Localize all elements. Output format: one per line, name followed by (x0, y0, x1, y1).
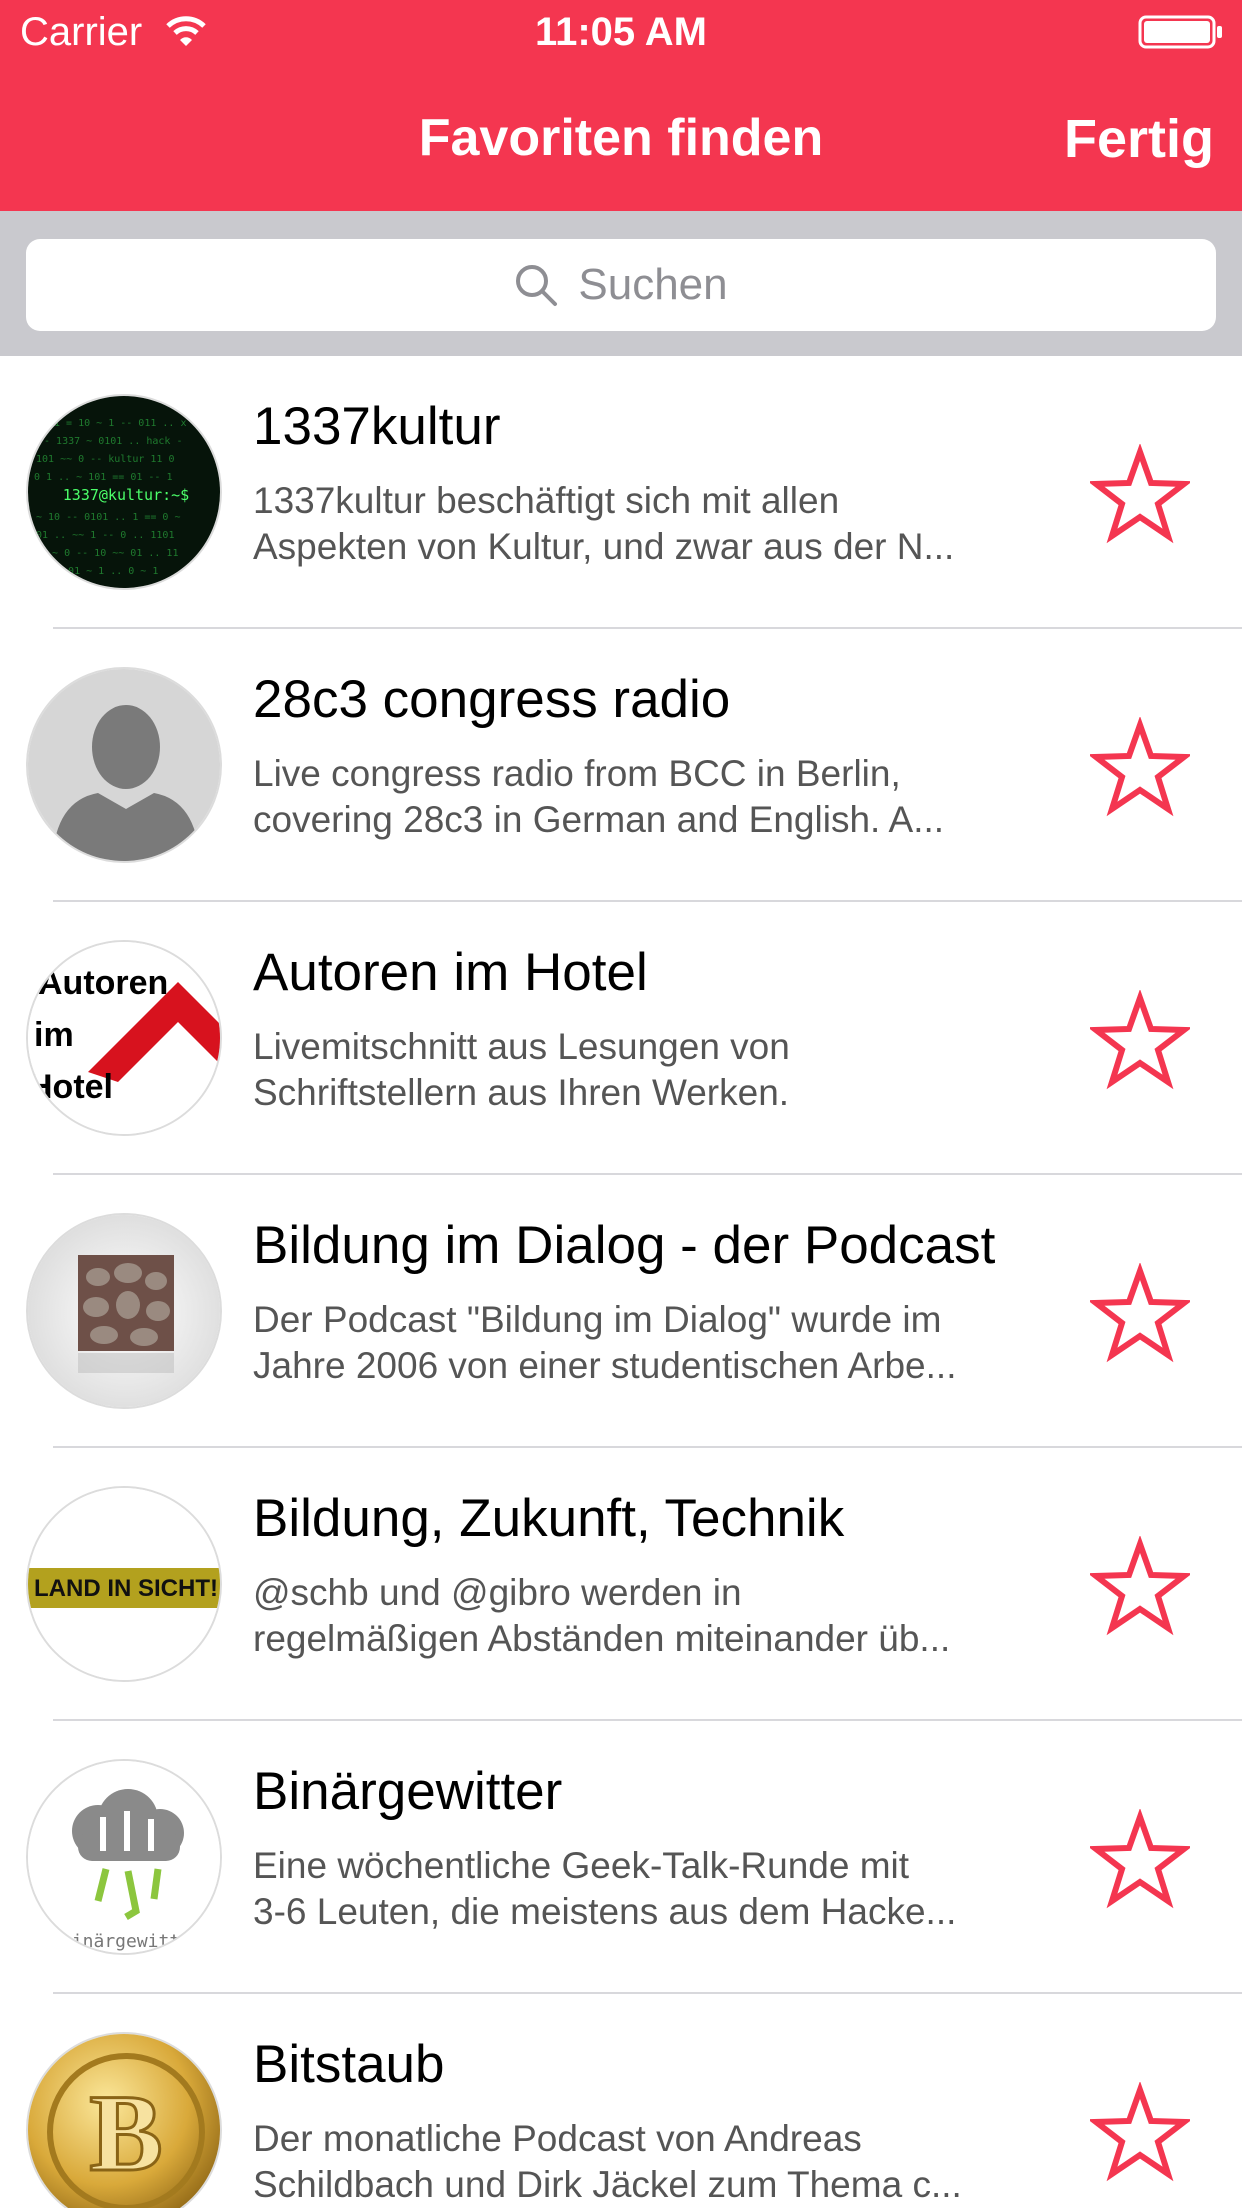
star-outline-icon (1090, 444, 1190, 544)
favorite-star-button[interactable] (1090, 1536, 1190, 1636)
svg-text:inärgewitt: inärgewitt (72, 1931, 180, 1952)
svg-text:0 1 .. ~ 101 == 01 -- 1: 0 1 .. ~ 101 == 01 -- 1 (34, 472, 172, 483)
podcast-artwork (26, 1213, 222, 1409)
favorite-star-button[interactable] (1090, 990, 1190, 1090)
podcast-artwork (26, 667, 222, 863)
podcast-description: Livemitschnitt aus Lesungen von Schrifts… (253, 1026, 790, 1113)
status-time: 11:05 AM (535, 10, 707, 54)
svg-text:-- 01 ~ 1 .. 0 ~ 1: -- 01 ~ 1 .. 0 ~ 1 (50, 566, 158, 577)
done-button[interactable]: Fertig (1064, 108, 1214, 170)
favorite-star-button[interactable] (1090, 1263, 1190, 1363)
podcast-title: 1337kultur (253, 397, 501, 456)
storm-cloud-logo-icon: inärgewitt (28, 1761, 220, 1953)
podcast-artwork: inärgewitt (26, 1759, 222, 1955)
search-bar: Suchen (0, 211, 1242, 356)
star-outline-icon (1090, 1263, 1190, 1363)
podcast-title: Bitstaub (253, 2035, 445, 2094)
podcast-artwork: B (26, 2032, 222, 2208)
autoren-logo-icon: Autoren im Hotel (28, 942, 220, 1134)
podcast-row[interactable]: inärgewitt Binärgewitter Eine wöchentlic… (0, 1721, 1242, 1994)
svg-text:1337@kultur:~$: 1337@kultur:~$ (63, 486, 189, 504)
bitcoin-coin-icon: B (28, 2034, 220, 2208)
podcast-artwork: LAND IN SICHT! (26, 1486, 222, 1682)
podcast-row[interactable]: LAND IN SICHT! Bildung, Zukunft, Technik… (0, 1448, 1242, 1721)
podcast-artwork: 01 = 10 ~ 1 -- 011 .. x -- 1337 ~ 0101 .… (26, 394, 222, 590)
search-input[interactable]: Suchen (26, 239, 1216, 331)
podcast-title: 28c3 congress radio (253, 670, 731, 729)
star-outline-icon (1090, 990, 1190, 1090)
podcast-row[interactable]: B Bitstaub Der monatliche Podcast von An… (0, 1994, 1242, 2208)
star-outline-icon (1090, 1809, 1190, 1909)
podcast-description: @schb und @gibro werden in regelmäßigen … (253, 1572, 951, 1659)
svg-text:-- 1337 ~ 0101 .. hack -: -- 1337 ~ 0101 .. hack - (38, 436, 183, 447)
svg-text:LAND IN SICHT!: LAND IN SICHT! (34, 1575, 218, 1602)
podcast-description: Der Podcast "Bildung im Dialog" wurde im… (253, 1299, 957, 1386)
favorite-star-button[interactable] (1090, 444, 1190, 544)
podcast-artwork: Autoren im Hotel (26, 940, 222, 1136)
podcast-title: Autoren im Hotel (253, 943, 648, 1002)
podcast-row[interactable]: 28c3 congress radio Live congress radio … (0, 629, 1242, 902)
svg-text:B: B (89, 2072, 162, 2194)
svg-text:im: im (34, 1016, 74, 1054)
star-outline-icon (1090, 1536, 1190, 1636)
favorite-star-button[interactable] (1090, 1809, 1190, 1909)
podcast-title: Bildung, Zukunft, Technik (253, 1489, 845, 1548)
favorite-star-button[interactable] (1090, 2082, 1190, 2182)
svg-text:1 ~ 0 -- 10 ~~ 01 .. 11: 1 ~ 0 -- 10 ~~ 01 .. 11 (40, 548, 178, 559)
podcast-description: 1337kultur beschäftigt sich mit allen As… (253, 480, 955, 567)
podcast-list: 01 = 10 ~ 1 -- 011 .. x -- 1337 ~ 0101 .… (0, 356, 1242, 2208)
star-outline-icon (1090, 2082, 1190, 2182)
search-icon (516, 265, 558, 306)
page-title: Favoriten finden (418, 109, 824, 167)
podcast-description: Live congress radio from BCC in Berlin, … (253, 753, 945, 840)
podcast-row[interactable]: Autoren im Hotel Autoren im Hotel Livemi… (0, 902, 1242, 1175)
land-in-sicht-logo-icon: LAND IN SICHT! (28, 1488, 220, 1680)
battery-icon (1138, 15, 1222, 49)
svg-text:~ 10 -- 0101 .. 1 == 0 ~: ~ 10 -- 0101 .. 1 == 0 ~ (36, 512, 181, 523)
search-placeholder: Suchen (578, 260, 728, 309)
podcast-title: Binärgewitter (253, 1762, 563, 1821)
navigation-header: Carrier 11:05 AM Favoriten finden Fertig (0, 0, 1242, 211)
svg-text:Autoren: Autoren (38, 964, 168, 1002)
podcast-row[interactable]: Bildung im Dialog - der Podcast Der Podc… (0, 1175, 1242, 1448)
podcast-row[interactable]: 01 = 10 ~ 1 -- 011 .. x -- 1337 ~ 0101 .… (0, 356, 1242, 629)
podcast-description: Der monatliche Podcast von Andreas Schil… (253, 2118, 962, 2205)
svg-text:01 .. ~~ 1 -- 0 .. 1101: 01 .. ~~ 1 -- 0 .. 1101 (36, 530, 174, 541)
svg-text:101 ~~ 0 -- kultur 11 0: 101 ~~ 0 -- kultur 11 0 (36, 454, 174, 465)
svg-text:Hotel: Hotel (28, 1068, 113, 1106)
podcast-title: Bildung im Dialog - der Podcast (253, 1216, 996, 1275)
svg-text:01 = 10 ~ 1 -- 011 .. x: 01 = 10 ~ 1 -- 011 .. x (48, 418, 186, 429)
podcast-description: Eine wöchentliche Geek-Talk-Runde mit 3-… (253, 1845, 957, 1932)
status-bar: Carrier 11:05 AM (0, 0, 1242, 66)
stones-artwork-icon (28, 1215, 220, 1407)
person-placeholder-icon (28, 669, 220, 861)
terminal-artwork-icon: 01 = 10 ~ 1 -- 011 .. x -- 1337 ~ 0101 .… (28, 396, 220, 588)
star-outline-icon (1090, 717, 1190, 817)
favorite-star-button[interactable] (1090, 717, 1190, 817)
